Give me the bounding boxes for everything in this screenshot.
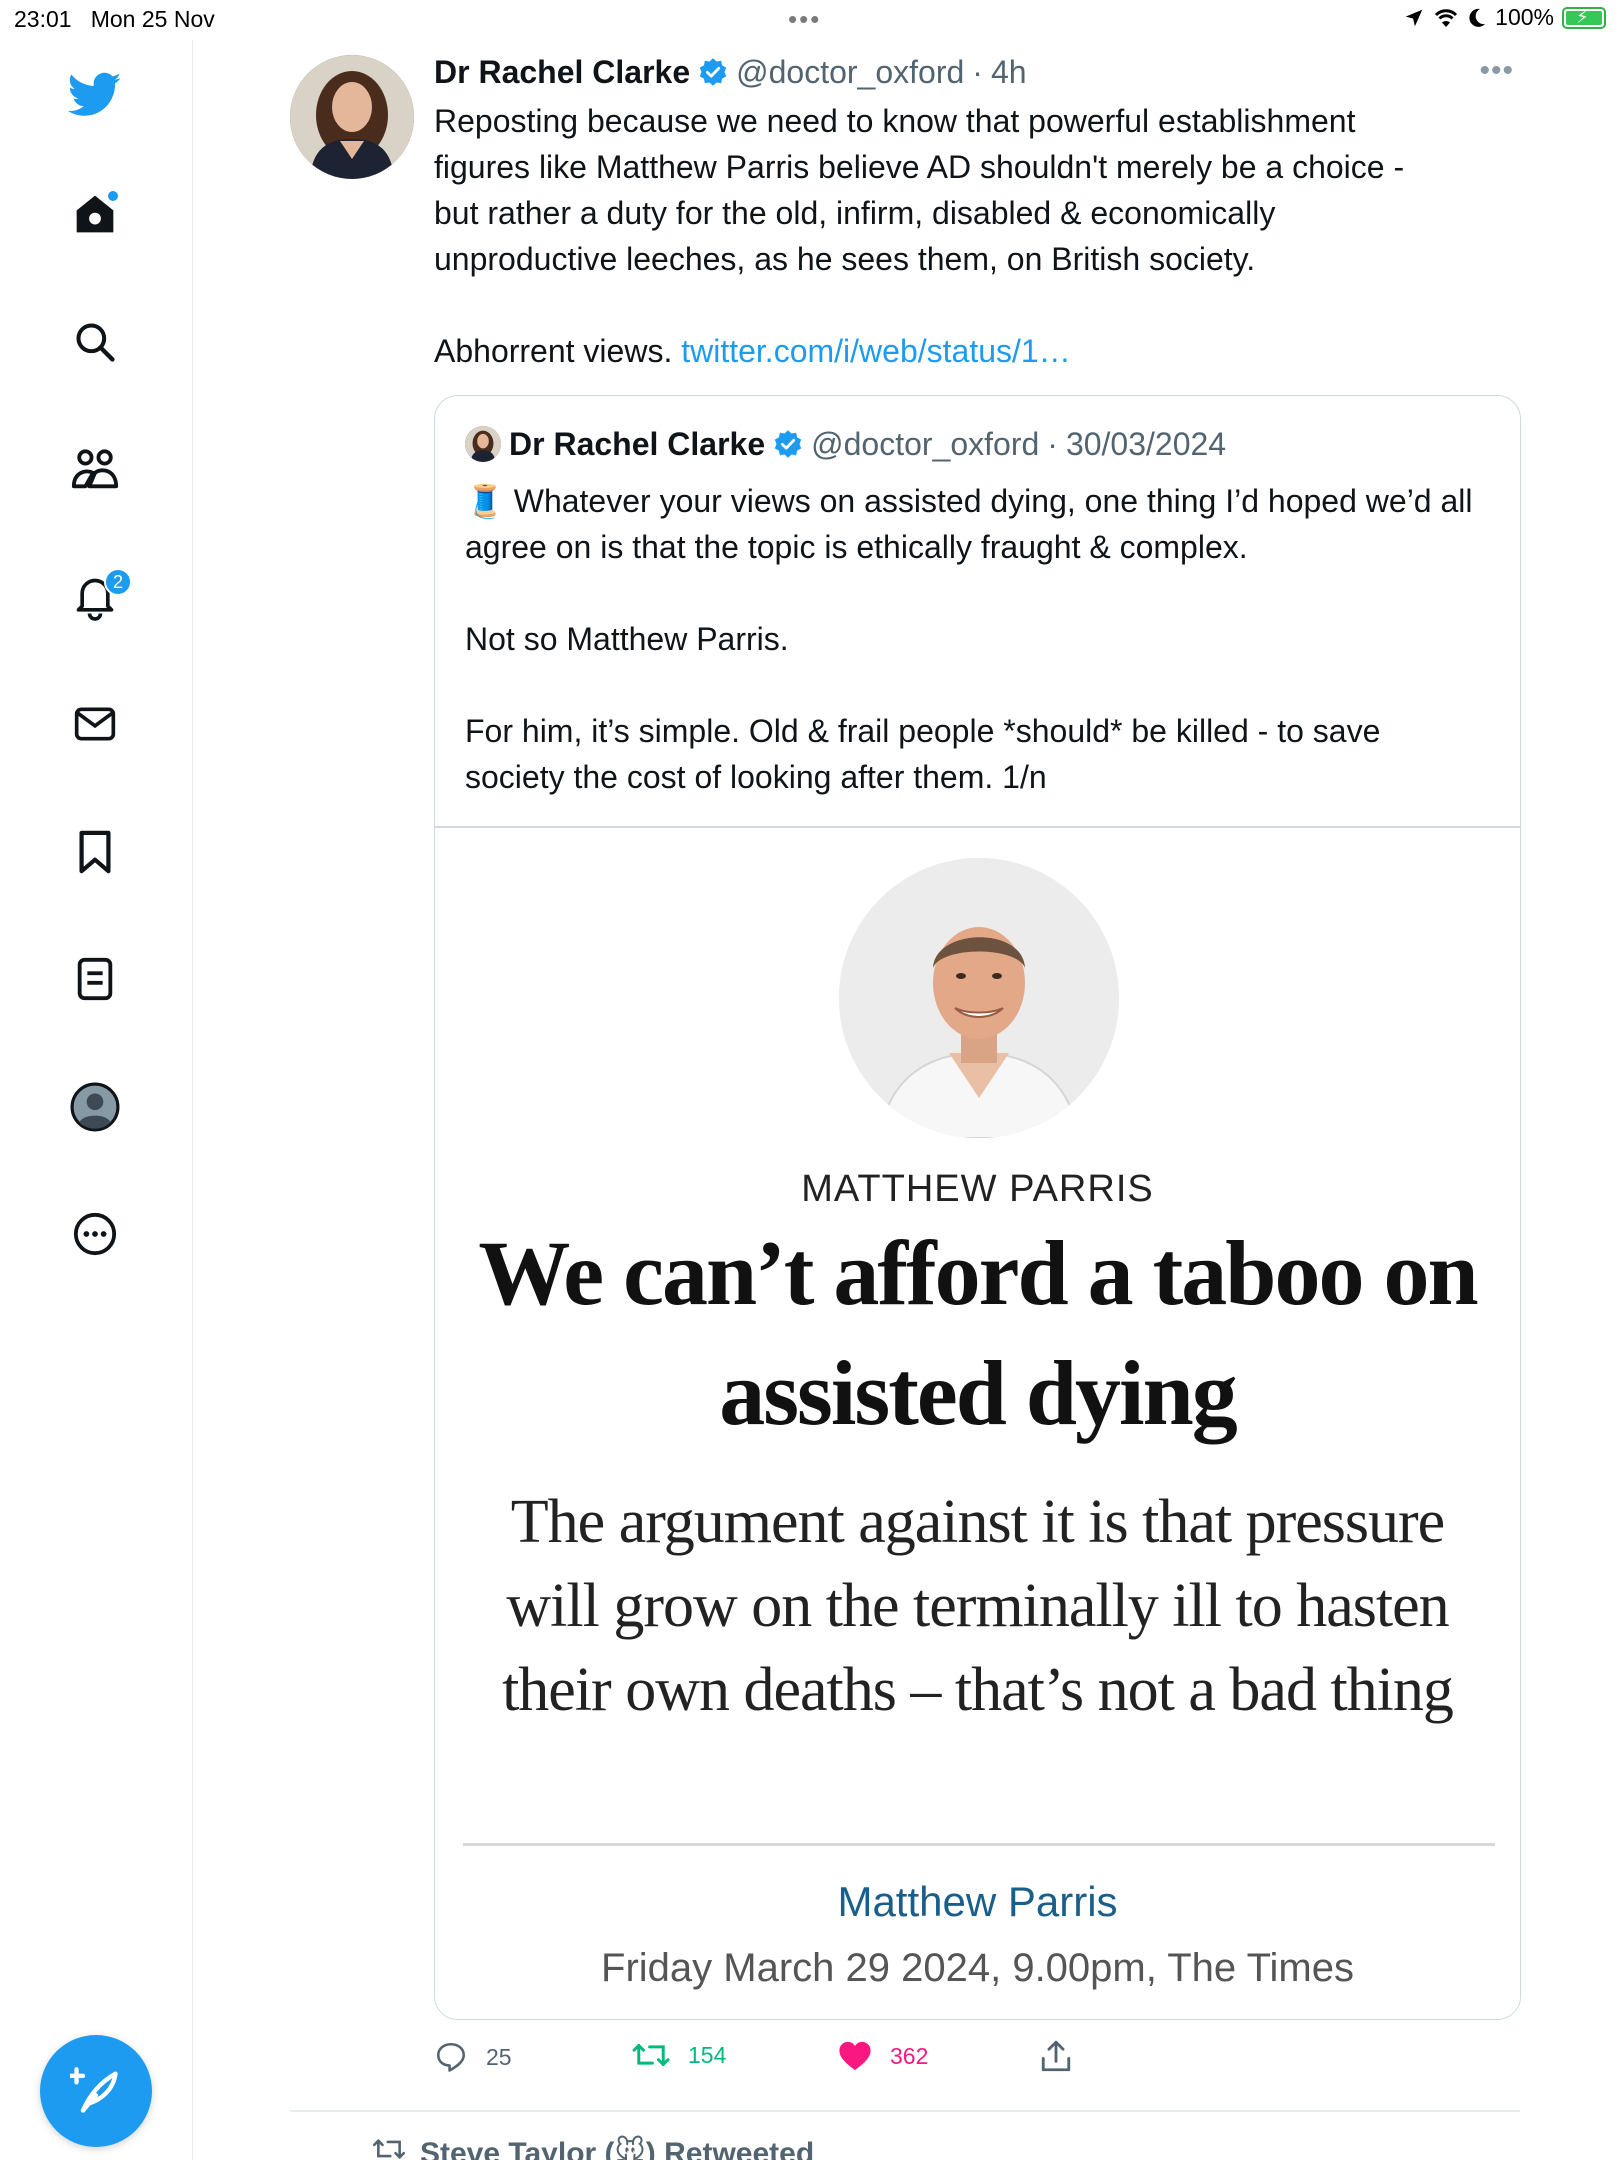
retweet-icon xyxy=(632,2044,670,2066)
like-button[interactable]: 362 xyxy=(838,2040,928,2072)
article-author-caps: MATTHEW PARRIS xyxy=(801,1168,1154,1210)
moon-icon xyxy=(1469,8,1486,27)
reply-icon xyxy=(436,2042,466,2072)
status-indicators: 100% ⚡ xyxy=(1403,4,1606,31)
share-button[interactable] xyxy=(1040,2040,1072,2074)
multitask-dots[interactable]: ••• xyxy=(788,4,821,35)
notifications-badge: 2 xyxy=(104,568,132,596)
profile-icon[interactable] xyxy=(66,1078,124,1136)
notifications-icon[interactable]: 2 xyxy=(66,568,132,626)
like-count: 362 xyxy=(890,2042,929,2069)
author-avatar[interactable] xyxy=(290,55,414,179)
quoted-tweet-text: 🧵 Whatever your views on assisted dying,… xyxy=(465,478,1485,800)
sidebar: 2 xyxy=(0,40,193,2160)
verified-badge-icon xyxy=(774,430,802,458)
compose-tweet-button[interactable] xyxy=(40,2035,152,2147)
quoted-author-name: Dr Rachel Clarke xyxy=(509,425,766,462)
quoted-tweet-header: Dr Rachel Clarke @doctor_oxford · 30/03/… xyxy=(465,424,1226,464)
status-date: Mon 25 Nov xyxy=(90,6,215,32)
more-icon[interactable] xyxy=(66,1205,124,1263)
article-dateline: Friday March 29 2024, 9.00pm, The Times xyxy=(601,1946,1354,1990)
timeline-divider xyxy=(290,2110,1520,2112)
home-icon[interactable] xyxy=(66,185,124,243)
quoted-paragraph: 🧵 Whatever your views on assisted dying,… xyxy=(465,483,1473,565)
bookmarks-icon[interactable] xyxy=(66,823,124,881)
tweet-text: Reposting because we need to know that p… xyxy=(434,98,1434,374)
battery-icon: ⚡ xyxy=(1562,6,1606,29)
tweet-paragraph: Abhorrent views. twitter.com/i/web/statu… xyxy=(434,328,1434,374)
tweet-paragraph: Reposting because we need to know that p… xyxy=(434,103,1405,277)
lists-icon[interactable] xyxy=(66,950,124,1008)
share-icon xyxy=(1041,2040,1071,2072)
author-name[interactable]: Dr Rachel Clarke xyxy=(434,54,690,91)
twitter-logo-icon[interactable] xyxy=(66,66,124,124)
author-handle[interactable]: @doctor_oxford xyxy=(736,54,964,91)
article-byline: Matthew Parris xyxy=(837,1878,1118,1925)
header-separator: · xyxy=(1047,425,1058,462)
quoted-author-handle: @doctor_oxford xyxy=(811,425,1040,462)
compose-feather-icon xyxy=(70,2067,118,2113)
verified-badge-icon xyxy=(699,58,727,86)
home-unread-dot xyxy=(108,191,118,201)
tweet-body: Dr Rachel Clarke @doctor_oxford · 4h •••… xyxy=(434,50,1514,374)
retweeted-by-label: Steve Taylor (🐭) Retweeted xyxy=(420,2137,815,2160)
tweet-timestamp[interactable]: 4h xyxy=(991,54,1027,91)
communities-icon[interactable] xyxy=(66,440,124,498)
wifi-icon xyxy=(1435,8,1458,27)
quoted-paragraph: Not so Matthew Parris. xyxy=(465,621,789,657)
article-divider xyxy=(463,1843,1495,1846)
tweet-link[interactable]: twitter.com/i/web/status/1… xyxy=(681,333,1070,369)
tweet-header: Dr Rachel Clarke @doctor_oxford · 4h xyxy=(434,50,1514,94)
author-portrait xyxy=(839,858,1119,1138)
heart-icon xyxy=(839,2041,871,2071)
quoted-author-avatar xyxy=(465,426,501,462)
retweet-button[interactable]: 154 xyxy=(632,2040,726,2070)
article-headline: We can’t afford a taboo on assisted dyin… xyxy=(478,1222,1478,1444)
status-time: 23:01 Mon 25 Nov xyxy=(14,6,215,32)
article-image[interactable]: MATTHEW PARRIS We can’t afford a taboo o… xyxy=(435,828,1520,2019)
search-icon[interactable] xyxy=(66,313,124,371)
retweet-count: 154 xyxy=(688,2041,727,2068)
tweet-text-prefix: Abhorrent views. xyxy=(434,333,682,369)
reply-button[interactable]: 25 xyxy=(434,2040,512,2074)
location-icon xyxy=(1405,9,1423,26)
battery-percent: 100% xyxy=(1495,4,1554,30)
next-tweet-retweet-context[interactable]: Steve Taylor (🐭) Retweeted xyxy=(372,2136,814,2160)
quoted-paragraph: For him, it’s simple. Old & frail people… xyxy=(465,713,1381,795)
messages-icon[interactable] xyxy=(66,695,124,753)
tweet-more-button[interactable]: ••• xyxy=(1479,54,1514,88)
status-bar: 23:01 Mon 25 Nov ••• 100% ⚡ xyxy=(0,0,1620,40)
quoted-tweet-date: 30/03/2024 xyxy=(1065,425,1227,462)
article-standfirst: The argument against it is that pressure… xyxy=(502,1488,1454,1724)
retweet-icon xyxy=(372,2139,406,2159)
reply-count: 25 xyxy=(486,2043,512,2070)
quoted-tweet[interactable]: Dr Rachel Clarke @doctor_oxford · 30/03/… xyxy=(434,395,1521,2020)
header-separator: · xyxy=(972,53,983,90)
tweet-actions: 25 154 362 xyxy=(434,2040,1334,2084)
thread-emoji-icon: 🧵 xyxy=(465,483,505,519)
